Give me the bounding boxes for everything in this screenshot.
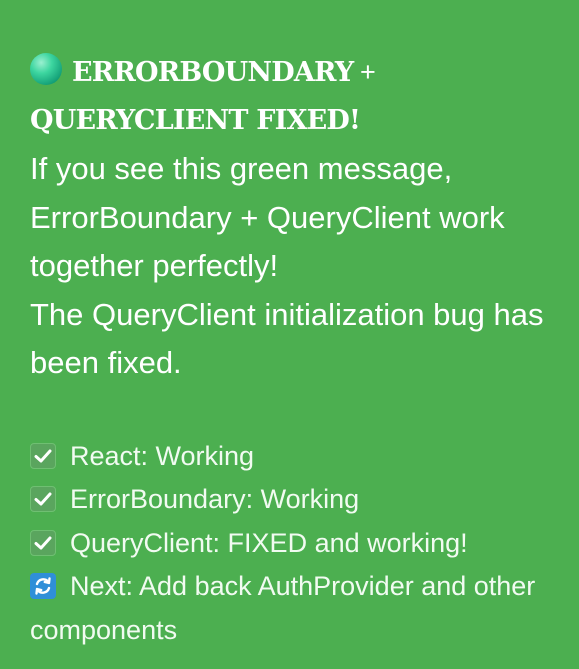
check-icon	[30, 529, 56, 556]
green-circle-icon	[30, 53, 62, 85]
refresh-icon	[30, 573, 56, 599]
check-icon	[30, 442, 56, 469]
status-list: React: Working ErrorBoundary: Working Qu…	[30, 435, 559, 653]
status-text: Next: Add back AuthProvider and other co…	[30, 571, 536, 645]
check-icon	[30, 486, 56, 512]
status-item-queryclient: QueryClient: FIXED and working!	[30, 522, 559, 566]
status-item-errorboundary: ErrorBoundary: Working	[30, 478, 559, 522]
status-item-next: Next: Add back AuthProvider and other co…	[30, 565, 565, 652]
status-text: QueryClient: FIXED and working!	[70, 527, 468, 558]
status-text: ErrorBoundary: Working	[70, 484, 360, 514]
success-panel: ERRORBOUNDARY + QUERYCLIENT FIXED! If yo…	[0, 0, 579, 669]
status-item-react: React: Working	[30, 435, 559, 479]
title-errorboundary: ERRORBOUNDARY	[72, 57, 354, 88]
status-text: React: Working	[70, 440, 255, 471]
title-queryclient-fixed: QUERYCLIENT FIXED!	[30, 105, 361, 136]
title-plus: +	[353, 57, 376, 87]
success-message-line-2: The QueryClient initialization bug has b…	[30, 296, 544, 381]
success-title: ERRORBOUNDARY + QUERYCLIENT FIXED!	[30, 48, 559, 145]
success-message-line-1: If you see this green message, ErrorBoun…	[30, 151, 505, 283]
